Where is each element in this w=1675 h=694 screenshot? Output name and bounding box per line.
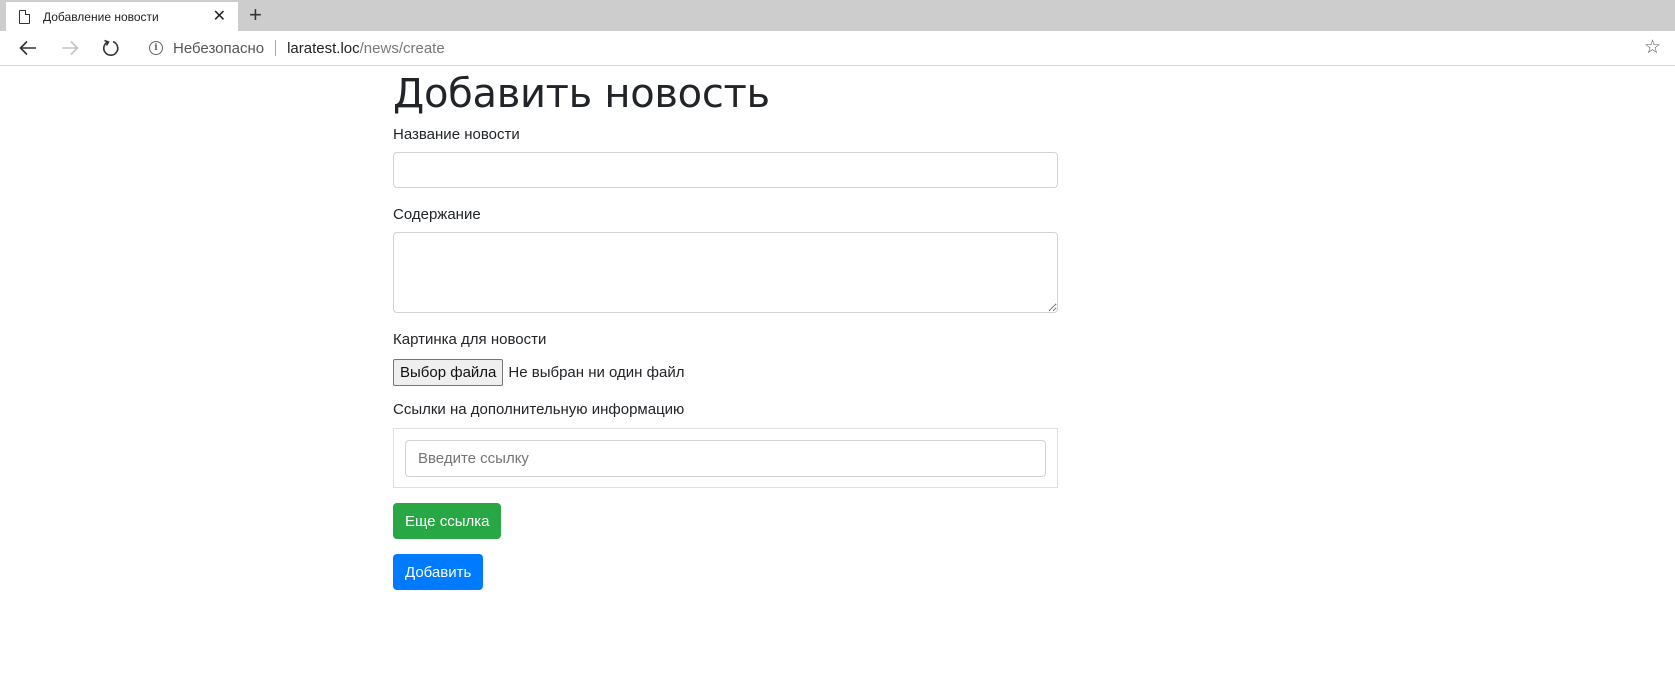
title-label: Название новости — [393, 126, 520, 143]
link-input[interactable] — [405, 440, 1046, 477]
tab-title: Добавление новости — [43, 9, 159, 24]
links-container — [393, 428, 1058, 488]
address-bar[interactable]: i Небезопасно laratest.loc/news/create ☆ — [139, 34, 1667, 62]
close-tab-icon[interactable]: ✕ — [213, 8, 226, 25]
forward-button[interactable] — [59, 37, 81, 59]
address-divider — [275, 40, 277, 56]
image-label: Картинка для новости — [393, 331, 547, 348]
url-path[interactable]: /news/create — [360, 40, 445, 57]
browser-toolbar: i Небезопасно laratest.loc/news/create ☆ — [0, 31, 1675, 66]
security-label[interactable]: Небезопасно — [173, 40, 264, 57]
page-icon — [19, 9, 30, 24]
tab-strip: Добавление новости ✕ + — [0, 0, 1675, 31]
url-host[interactable]: laratest.loc — [287, 40, 360, 57]
back-button[interactable] — [17, 37, 39, 59]
content-textarea[interactable] — [393, 232, 1058, 313]
add-link-button[interactable]: Еще ссылка — [393, 503, 502, 539]
info-icon[interactable]: i — [149, 41, 163, 55]
arrow-left-icon — [19, 40, 36, 56]
reload-icon — [102, 39, 119, 57]
bookmark-star-icon[interactable]: ☆ — [1644, 36, 1661, 59]
page-title: Добавить новость — [393, 71, 770, 117]
browser-tab[interactable]: Добавление новости ✕ — [6, 2, 238, 31]
new-tab-button[interactable]: + — [249, 3, 262, 27]
arrow-right-icon — [62, 40, 79, 56]
news-create-form: Добавить новость Название новости Содерж… — [393, 67, 1058, 590]
content-label: Содержание — [393, 206, 481, 223]
title-input[interactable] — [393, 152, 1058, 188]
submit-button[interactable]: Добавить — [393, 554, 484, 590]
file-status: Не выбран ни один файл — [508, 364, 685, 381]
file-input[interactable]: Выбор файла Не выбран ни один файл — [393, 359, 1058, 386]
choose-file-button[interactable]: Выбор файла — [393, 359, 504, 386]
reload-button[interactable] — [100, 37, 122, 59]
links-label: Ссылки на дополнительную информацию — [393, 401, 685, 418]
